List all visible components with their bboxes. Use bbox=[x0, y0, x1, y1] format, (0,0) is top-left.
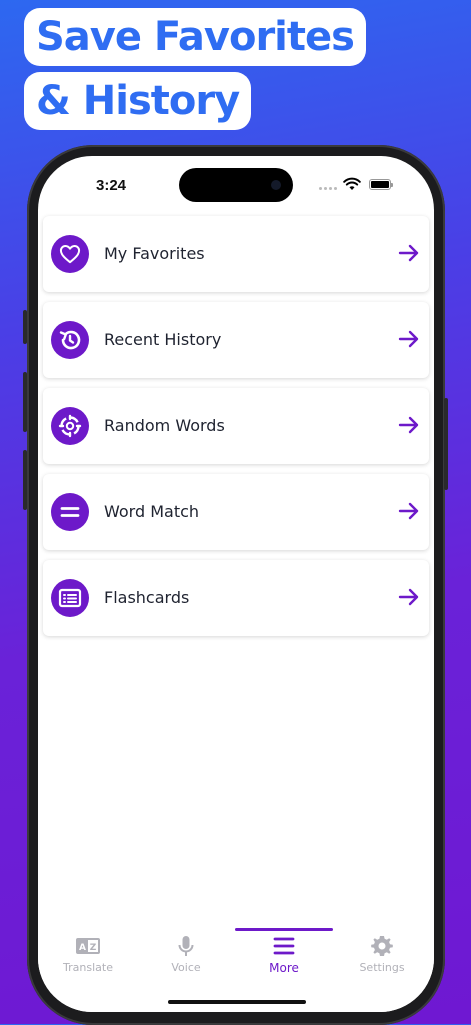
menu-item-recent-history[interactable]: Recent History bbox=[43, 302, 429, 378]
list-card-icon bbox=[51, 579, 89, 617]
gear-icon bbox=[371, 936, 393, 956]
headline-line-2: & History bbox=[24, 72, 252, 130]
tab-label: Settings bbox=[359, 961, 405, 974]
svg-text:A: A bbox=[79, 943, 86, 953]
menu-item-label: Recent History bbox=[104, 330, 222, 349]
menu-icon bbox=[273, 937, 295, 955]
heart-icon bbox=[51, 235, 89, 273]
tab-more[interactable]: More bbox=[235, 928, 333, 988]
history-icon bbox=[51, 321, 89, 359]
tab-label: Translate bbox=[63, 961, 113, 974]
tab-voice[interactable]: Voice bbox=[137, 928, 235, 988]
equals-icon bbox=[51, 493, 89, 531]
menu-item-label: Flashcards bbox=[104, 588, 190, 607]
status-time: 3:24 bbox=[96, 177, 127, 194]
arrow-right-icon bbox=[398, 330, 419, 348]
menu-item-random-words[interactable]: Random Words bbox=[43, 388, 429, 464]
phone-volume-up-button bbox=[23, 372, 27, 432]
active-tab-indicator bbox=[235, 928, 333, 931]
translate-icon: AZ bbox=[76, 938, 100, 954]
arrow-right-icon bbox=[398, 502, 419, 520]
menu-item-my-favorites[interactable]: My Favorites bbox=[43, 216, 429, 292]
menu-item-flashcards[interactable]: Flashcards bbox=[43, 560, 429, 636]
menu-item-label: Word Match bbox=[104, 502, 200, 521]
arrow-right-icon bbox=[398, 416, 419, 434]
tab-label: Voice bbox=[171, 961, 201, 974]
arrow-right-icon bbox=[398, 588, 419, 606]
phone-volume-down-button bbox=[23, 450, 27, 510]
wifi-icon bbox=[343, 177, 361, 190]
more-menu-list: My Favorites Recent History Random Words… bbox=[43, 216, 429, 646]
home-indicator bbox=[168, 1000, 306, 1004]
menu-item-label: My Favorites bbox=[104, 244, 205, 263]
headline-line-1: Save Favorites bbox=[24, 8, 366, 66]
microphone-icon bbox=[178, 936, 194, 956]
battery-icon bbox=[369, 179, 393, 190]
app-screen: 3:24 My Favorites Recent History Random … bbox=[38, 156, 434, 1012]
dynamic-island bbox=[179, 168, 293, 202]
shuffle-icon bbox=[51, 407, 89, 445]
signal-dots-icon bbox=[319, 187, 339, 191]
arrow-right-icon bbox=[398, 244, 419, 262]
phone-side-button bbox=[23, 310, 27, 344]
tab-label: More bbox=[269, 961, 299, 975]
phone-power-button bbox=[444, 398, 448, 490]
tab-translate[interactable]: AZ Translate bbox=[39, 928, 137, 988]
menu-item-word-match[interactable]: Word Match bbox=[43, 474, 429, 550]
menu-item-label: Random Words bbox=[104, 416, 225, 435]
status-bar: 3:24 bbox=[38, 156, 434, 212]
tab-settings[interactable]: Settings bbox=[333, 928, 431, 988]
svg-text:Z: Z bbox=[90, 943, 97, 953]
